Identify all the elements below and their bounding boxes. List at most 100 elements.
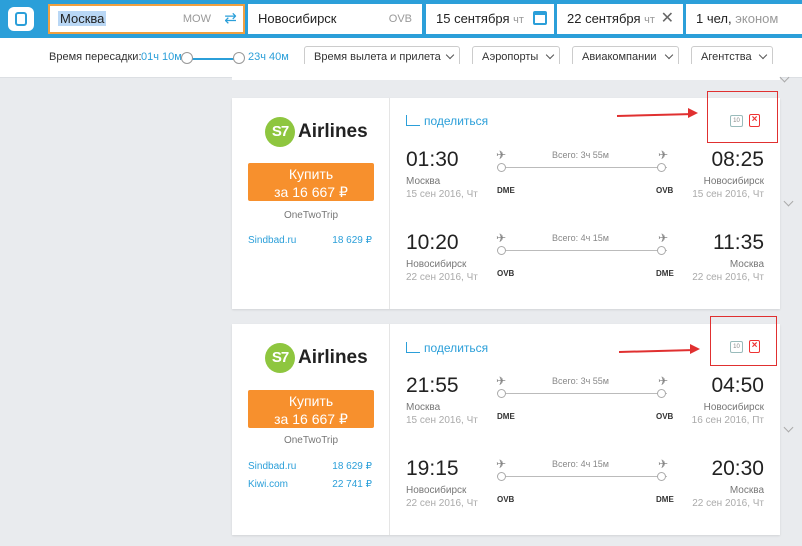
alt-agency-link[interactable]: Sindbad.ru [248,235,296,246]
flight-leg-outbound: 21:55 ✈ Всего: 3ч 55м ✈ 04:50 Москва Нов… [406,374,764,444]
buy-button[interactable]: Купить за 16 667 ₽ [248,390,374,428]
origin-code: MOW [182,13,211,25]
card-offer-panel: S7 Airlines Купить за 16 667 ₽ OneTwoTri… [232,324,390,535]
chevron-down-icon[interactable] [783,422,794,433]
share-icon[interactable] [406,115,420,126]
transfer-time-label: Время пересадки: [49,51,142,63]
route-line [502,393,667,394]
previous-result-card [232,64,780,80]
destination-code: OVB [388,13,412,25]
departure-date: 15 сен 2016, Чт [406,415,478,426]
flight-duration: Всего: 3ч 55м [552,150,609,160]
return-dow: чт [644,14,655,26]
dropdown-label: Время вылета и прилета [314,51,441,63]
landing-icon: ✈ [658,457,669,471]
destination-field[interactable]: Новосибирск OVB [248,4,422,34]
buy-price: за 16 667 ₽ [274,411,348,427]
arrival-time: 20:30 [711,457,764,480]
buy-label: Купить [288,393,334,409]
buy-button[interactable]: Купить за 16 667 ₽ [248,163,374,201]
chevron-down-icon [758,50,768,60]
takeoff-icon: ✈ [496,374,507,388]
chevron-down-icon [664,50,674,60]
share-icon[interactable] [406,342,420,353]
departure-time: 01:30 [406,148,459,171]
buy-price: за 16 667 ₽ [274,184,348,200]
departure-city: Москва [406,176,441,187]
dropdown-label: Авиакомпании [582,51,657,63]
flight-duration: Всего: 4ч 15м [552,233,609,243]
arrival-time: 08:25 [711,148,764,171]
arrival-city: Новосибирск [703,402,764,413]
departure-date: 15 сен 2016, Чт [406,189,478,200]
transfer-slider-min-handle[interactable] [181,52,193,64]
takeoff-icon: ✈ [496,457,507,471]
dropdown-label: Агентства [701,51,752,63]
return-date: 22 сентября [567,11,641,26]
arrival-airport: OVB [656,412,674,421]
airline-logo: S7 [265,117,295,147]
arrival-date: 22 сен 2016, Чт [692,498,764,509]
agency-name: OneTwoTrip [283,210,339,221]
departure-airport: DME [497,186,515,195]
departure-date: 22 сен 2016, Чт [406,498,478,509]
departure-time: 21:55 [406,374,459,397]
route-start-dot [497,246,506,255]
flight-leg-outbound: 01:30 ✈ Всего: 3ч 55м ✈ 08:25 Москва Нов… [406,148,764,218]
departure-airport: OVB [497,495,515,504]
passengers-field[interactable]: 1 чел, эконом [686,4,802,34]
landing-icon: ✈ [658,231,669,245]
return-date-field[interactable]: 22 сентября чт ✕ [557,4,683,34]
arrival-date: 15 сен 2016, Чт [692,189,764,200]
departure-time: 10:20 [406,231,459,254]
flight-leg-return: 19:15 ✈ Всего: 4ч 15м ✈ 20:30 Новосибирс… [406,457,764,527]
route-start-dot [497,472,506,481]
arrival-city: Москва [729,485,764,496]
dropdown-label: Аэропорты [482,51,539,63]
arrival-city: Новосибирск [703,176,764,187]
arrival-time: 11:35 [713,231,764,254]
transfer-min: 01ч 10м [141,51,182,63]
swap-icon[interactable]: ⇄ [224,10,237,28]
alt-agency-price[interactable]: 18 629 ₽ [332,461,372,472]
share-link[interactable]: поделиться [424,114,488,128]
arrival-city: Москва [729,259,764,270]
departure-city: Новосибирск [406,259,467,270]
airline-logo: S7 [265,343,295,373]
alt-agency-price[interactable]: 22 741 ₽ [332,479,372,490]
route-line [502,167,667,168]
airline-name: Airlines [298,347,368,368]
alt-agency-link[interactable]: Sindbad.ru [248,461,296,472]
arrival-airport: DME [656,269,674,278]
takeoff-icon: ✈ [496,148,507,162]
clear-return-icon[interactable]: ✕ [661,4,674,34]
arrival-date: 16 сен 2016, Пт [691,415,764,426]
result-card: S7 Airlines Купить за 16 667 ₽ OneTwoTri… [232,98,794,309]
app-logo[interactable] [8,7,34,31]
route-end-dot [657,389,666,398]
origin-field[interactable]: Москва MOW ⇄ [48,4,245,34]
alt-agency-price[interactable]: 18 629 ₽ [332,235,372,246]
share-link[interactable]: поделиться [424,341,488,355]
arrival-airport: DME [656,495,674,504]
departure-airport: DME [497,412,515,421]
departure-date: 22 сен 2016, Чт [406,272,478,283]
departure-city: Новосибирск [406,485,467,496]
chevron-down-icon[interactable] [783,196,794,207]
transfer-slider-track[interactable] [187,58,239,60]
annotation-highlight-box [710,316,777,366]
route-end-dot [657,163,666,172]
landing-icon: ✈ [658,374,669,388]
agency-name: OneTwoTrip [283,435,339,446]
card-offer-panel: S7 Airlines Купить за 16 667 ₽ OneTwoTri… [232,98,390,309]
route-line [502,476,667,477]
transfer-slider-max-handle[interactable] [233,52,245,64]
route-start-dot [497,389,506,398]
chevron-down-icon [445,50,455,60]
alt-agency-link[interactable]: Kiwi.com [248,479,288,490]
calendar-icon[interactable] [533,11,547,25]
depart-dow: чт [513,14,524,26]
route-start-dot [497,163,506,172]
chevron-down-icon [545,50,555,60]
depart-date-field[interactable]: 15 сентября чт [426,4,554,34]
